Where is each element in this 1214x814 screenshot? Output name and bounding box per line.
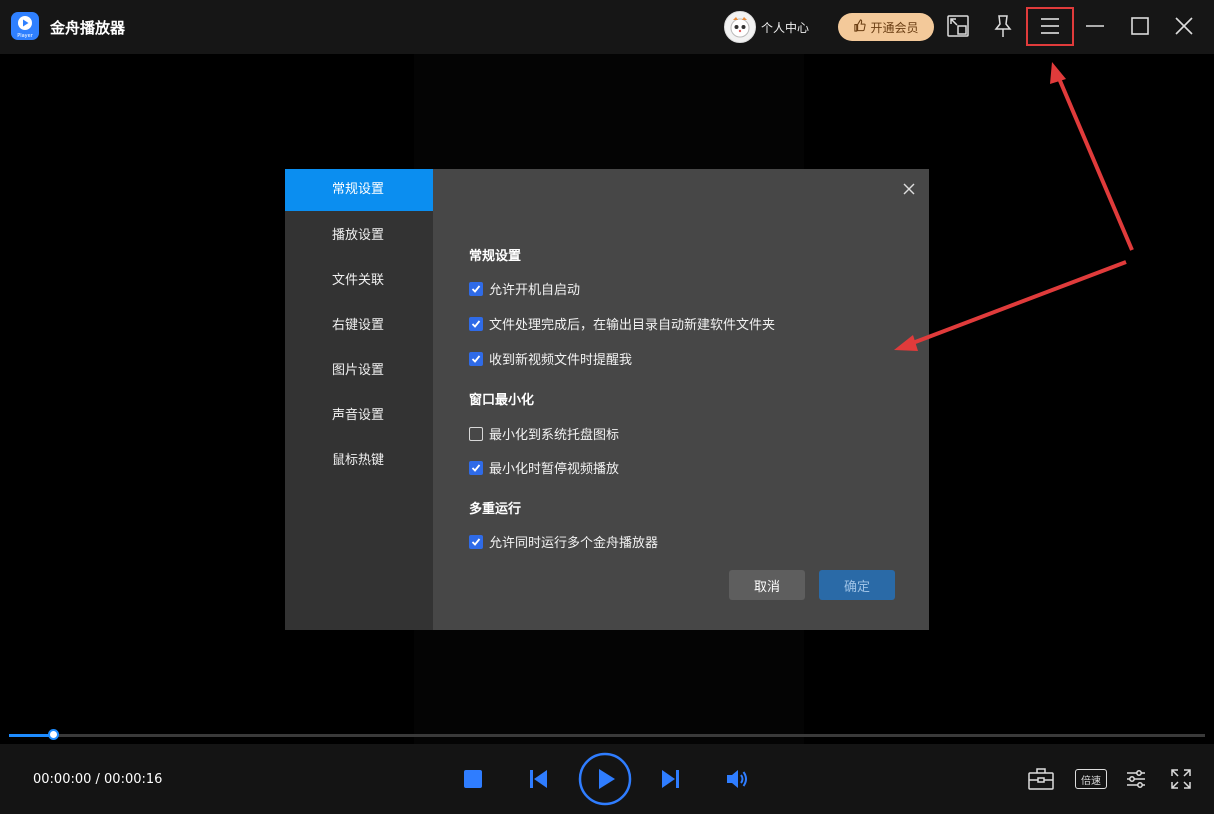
pin-icon[interactable] (990, 13, 1016, 39)
progress-bar[interactable] (9, 729, 1205, 740)
option-label: 最小化时暂停视频播放 (489, 462, 620, 477)
play-icon[interactable] (578, 752, 632, 806)
checkbox-unchecked-icon[interactable] (469, 426, 483, 441)
option-auto-folder[interactable]: 文件处理完成后，在输出目录自动新建软件文件夹 (469, 314, 775, 333)
next-icon[interactable] (660, 768, 682, 790)
logo-subtext: Player (17, 33, 33, 39)
app-logo-icon: Player (11, 12, 39, 40)
speed-button[interactable]: 倍速 (1075, 769, 1107, 789)
option-label: 允许同时运行多个金舟播放器 (489, 536, 659, 551)
confirm-button[interactable]: 确定 (819, 570, 895, 600)
user-center-link[interactable]: 个人中心 (761, 19, 809, 36)
toolbox-icon[interactable] (1027, 766, 1055, 792)
mini-mode-icon[interactable] (945, 13, 971, 39)
option-label: 文件处理完成后，在输出目录自动新建软件文件夹 (489, 318, 776, 333)
menu-icon[interactable] (1037, 13, 1063, 39)
vip-button[interactable]: 开通会员 (838, 13, 934, 41)
settings-nav-general[interactable]: 常规设置 (285, 169, 433, 211)
checkbox-checked-icon[interactable] (469, 534, 483, 549)
settings-nav-audio[interactable]: 声音设置 (285, 394, 433, 439)
section-title-general: 常规设置 (469, 249, 522, 264)
avatar[interactable] (724, 11, 756, 43)
thumbs-up-icon (853, 19, 867, 35)
option-label: 最小化到系统托盘图标 (489, 428, 620, 443)
time-display: 00:00:00 / 00:00:16 (33, 772, 163, 787)
app-title: 金舟播放器 (50, 19, 126, 37)
checkbox-checked-icon[interactable] (469, 281, 483, 296)
checkbox-checked-icon[interactable] (469, 316, 483, 331)
option-minimize-pause[interactable]: 最小化时暂停视频播放 (469, 458, 619, 477)
option-new-video-notify[interactable]: 收到新视频文件时提醒我 (469, 349, 632, 368)
checkbox-checked-icon[interactable] (469, 460, 483, 475)
settings-dialog: 常规设置 播放设置 文件关联 右键设置 图片设置 声音设置 鼠标热键 常规设置 … (285, 169, 929, 630)
section-title-multi-run: 多重运行 (469, 502, 522, 517)
vip-button-label: 开通会员 (870, 20, 919, 35)
fullscreen-icon[interactable] (1168, 766, 1194, 792)
stop-icon[interactable] (462, 768, 484, 790)
option-multi-instance[interactable]: 允许同时运行多个金舟播放器 (469, 532, 658, 551)
settings-nav-file-assoc[interactable]: 文件关联 (285, 259, 433, 304)
option-minimize-tray[interactable]: 最小化到系统托盘图标 (469, 424, 619, 443)
dialog-close-icon[interactable] (902, 181, 916, 195)
settings-nav-hotkeys[interactable]: 鼠标热键 (285, 439, 433, 484)
settings-nav: 常规设置 播放设置 文件关联 右键设置 图片设置 声音设置 鼠标热键 (285, 169, 433, 630)
control-bar: 00:00:00 / 00:00:16 倍速 (0, 744, 1214, 814)
maximize-icon[interactable] (1127, 13, 1153, 39)
previous-icon[interactable] (527, 768, 549, 790)
settings-nav-context-menu[interactable]: 右键设置 (285, 304, 433, 349)
section-title-minimize: 窗口最小化 (469, 393, 535, 408)
settings-nav-playback[interactable]: 播放设置 (285, 214, 433, 259)
option-label: 允许开机自启动 (489, 283, 581, 298)
settings-nav-image[interactable]: 图片设置 (285, 349, 433, 394)
option-autostart[interactable]: 允许开机自启动 (469, 279, 580, 298)
minimize-icon[interactable] (1082, 13, 1108, 39)
checkbox-checked-icon[interactable] (469, 351, 483, 366)
title-bar: Player 金舟播放器 个人中心 开通会员 (0, 0, 1214, 54)
equalizer-settings-icon[interactable] (1123, 766, 1149, 792)
cancel-button[interactable]: 取消 (729, 570, 805, 600)
volume-icon[interactable] (724, 767, 750, 791)
option-label: 收到新视频文件时提醒我 (489, 353, 633, 368)
close-icon[interactable] (1171, 13, 1197, 39)
